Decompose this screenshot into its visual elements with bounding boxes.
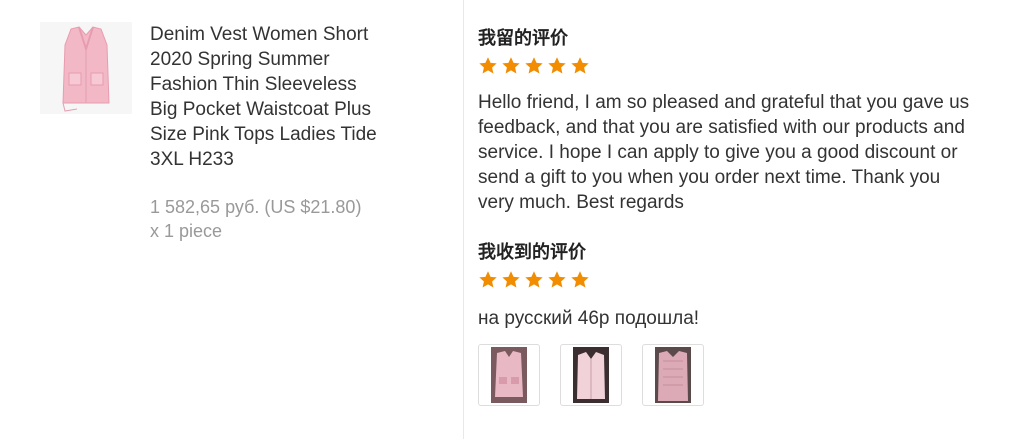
photo-thumbnail-icon: [573, 347, 609, 403]
received-review-text: на русский 46р подошла!: [478, 308, 700, 329]
product-title-line: Big Pocket Waistcoat Plus: [150, 99, 372, 120]
my-review-heading: 我留的评价: [478, 28, 568, 49]
product-title[interactable]: Denim Vest Women Short 2020 Spring Summe…: [150, 22, 450, 172]
product-title-line: Denim Vest Women Short: [150, 24, 369, 45]
review-photo-2[interactable]: [560, 344, 622, 406]
photo-thumbnail-icon: [491, 347, 527, 403]
my-review-text-line: very much. Best regards: [478, 192, 684, 213]
star-icon: [571, 271, 589, 288]
product-image[interactable]: [40, 22, 132, 114]
review-photo-3[interactable]: [642, 344, 704, 406]
my-review-text-line: send a gift to you when you order next t…: [478, 167, 941, 188]
received-review-stars: [478, 270, 590, 290]
product-title-line: 2020 Spring Summer: [150, 49, 330, 70]
column-divider: [463, 0, 464, 439]
review-photos: [478, 344, 704, 406]
star-icon: [548, 271, 566, 288]
pink-vest-icon: [62, 26, 110, 112]
product-title-line: Size Pink Tops Ladies Tide: [150, 124, 377, 145]
review-photo-1[interactable]: [478, 344, 540, 406]
product-title-line: Fashion Thin Sleeveless: [150, 74, 357, 95]
received-review-heading: 我收到的评价: [478, 242, 586, 263]
star-icon: [525, 271, 543, 288]
product-price-block: 1 582,65 руб. (US $21.80) x 1 piece: [150, 195, 450, 243]
product-quantity: x 1 piece: [150, 221, 223, 241]
product-price: 1 582,65 руб. (US $21.80): [150, 197, 362, 217]
my-review-stars: [478, 56, 590, 76]
product-title-line: 3XL H233: [150, 149, 234, 170]
star-icon: [479, 57, 497, 74]
star-icon: [502, 271, 520, 288]
my-review-text-line: service. I hope I can apply to give you …: [478, 142, 958, 163]
star-icon: [571, 57, 589, 74]
star-icon: [479, 271, 497, 288]
star-icon: [502, 57, 520, 74]
star-icon: [548, 57, 566, 74]
star-icon: [525, 57, 543, 74]
my-review-text: Hello friend, I am so pleased and gratef…: [478, 90, 1028, 215]
my-review-text-line: feedback, and that you are satisfied wit…: [478, 117, 965, 138]
photo-thumbnail-icon: [655, 347, 691, 403]
my-review-text-line: Hello friend, I am so pleased and gratef…: [478, 92, 970, 113]
